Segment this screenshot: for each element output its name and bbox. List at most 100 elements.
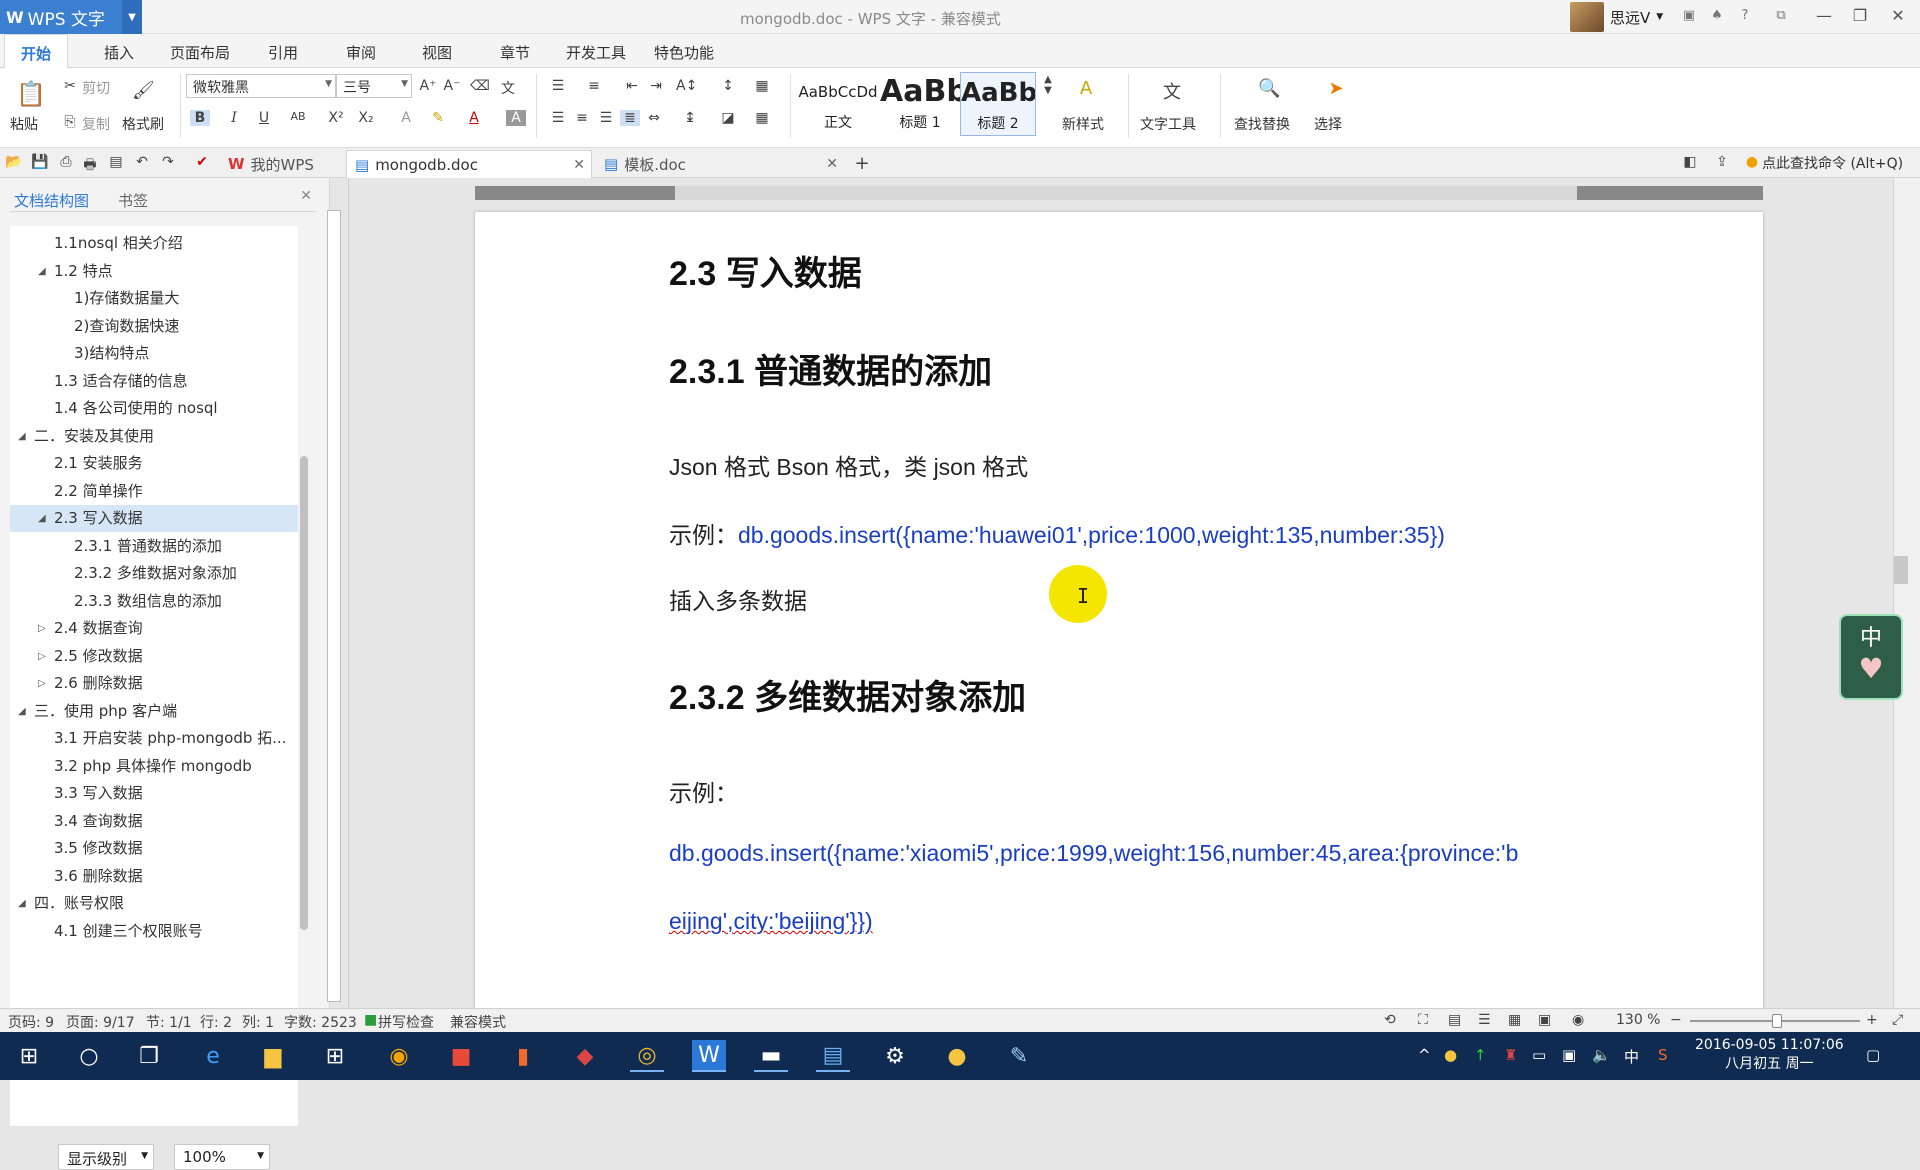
line-spacing-icon[interactable]: ↨ [680,110,700,126]
system-clock[interactable]: 2016-09-05 11:07:06 八月初五 周一 [1695,1036,1844,1074]
sort-icon[interactable]: ↕ [718,78,738,94]
highlight-icon[interactable]: ✎ [428,110,448,126]
tab-home[interactable]: 开始 [4,34,69,69]
ime-floating-widget[interactable]: 中 ♥ [1839,614,1903,700]
app-menu-button[interactable]: W WPS 文字 ▼ [0,0,142,34]
tab-view[interactable]: 视图 [422,42,452,63]
paste-button[interactable]: 粘贴 [10,114,38,134]
vertical-scroll-thumb[interactable] [1894,556,1908,584]
save-icon[interactable]: 💾 [30,154,50,170]
format-painter-button[interactable]: 格式刷 [122,114,164,134]
font-name-select[interactable]: 微软雅黑 ▼ [186,74,336,98]
outline-item[interactable]: 1.4 各公司使用的 nosql [10,395,298,422]
document-page[interactable]: 2.3 写入数据 2.3.1 普通数据的添加 Json 格式 Bson 格式，类… [475,212,1763,1012]
increase-indent-icon[interactable]: ⇥ [646,78,666,94]
history-icon[interactable]: ⟲ [1384,1012,1396,1028]
outline-item[interactable]: 3.2 php 具体操作 mongodb [10,753,298,780]
outline-item[interactable]: 1.1nosql 相关介绍 [10,230,298,257]
sogou-icon[interactable]: S [1658,1046,1668,1064]
styles-scroll-icon[interactable]: ▲ ▼ [1038,74,1058,96]
task-view-icon[interactable]: ❐ [132,1040,166,1072]
superscript-icon[interactable]: X² [326,110,346,126]
style-heading2[interactable]: AaBb( 标题 2 [960,72,1036,136]
outline-item[interactable]: 2)查询数据快速 [10,313,298,340]
outline-item[interactable]: 2.3.1 普通数据的添加 [10,533,298,560]
outline-item[interactable]: 3.3 写入数据 [10,780,298,807]
font-size-select[interactable]: 三号 ▼ [336,74,412,98]
shirt-icon[interactable]: ♠ [1708,8,1726,24]
ime-indicator[interactable]: 中 [1624,1046,1639,1067]
cortana-icon[interactable]: ○ [72,1040,106,1072]
fit-icon[interactable]: ⤢ [1892,1012,1903,1028]
tray-antivirus-icon[interactable]: ♜ [1504,1046,1517,1064]
web-view-icon[interactable]: ▦ [1508,1012,1521,1028]
tab-developer[interactable]: 开发工具 [566,42,626,63]
undo-icon[interactable]: ↶ [132,154,152,170]
print-icon[interactable]: 🖶 [80,154,100,178]
borders-icon[interactable]: ▦ [752,110,772,126]
notification-icon[interactable]: ▢ [1866,1046,1880,1064]
select-button[interactable]: 选择 [1314,114,1342,134]
clear-format-icon[interactable]: ⌫ [470,78,490,94]
char-shading-icon[interactable]: A [506,110,526,126]
close-tab-icon[interactable]: ✕ [826,156,838,172]
zoom-slider-handle[interactable] [1772,1014,1782,1028]
reading-view-icon[interactable]: ▣ [1538,1012,1551,1028]
text-direction-icon[interactable]: A↕ [676,78,697,94]
store-icon[interactable]: ⊞ [318,1040,352,1072]
close-tab-icon[interactable]: ✕ [573,157,585,173]
outline-scroll-thumb[interactable] [300,456,308,930]
numbering-icon[interactable]: ≡ [584,78,604,94]
file-explorer-icon[interactable]: ▆ [256,1040,290,1072]
outline-item[interactable]: 1.3 适合存储的信息 [10,368,298,395]
underline-icon[interactable]: U [254,110,274,126]
outline-item[interactable]: ▷ 2.6 删除数据 [10,670,298,697]
align-left-icon[interactable]: ☰ [548,110,568,126]
status-spell[interactable]: 拼写检查 [378,1012,434,1032]
settings-gear-icon[interactable]: ⚙ [878,1040,912,1072]
outline-item[interactable]: 3.6 删除数据 [10,863,298,890]
check-icon[interactable]: ✔ [192,154,212,170]
expand-toggle-icon[interactable]: ◢ [18,890,26,917]
panel-icon[interactable]: ◧ [1680,154,1700,170]
wps-writer-icon[interactable]: W [692,1040,726,1072]
copy-button[interactable]: 复制 [82,114,110,134]
outline-item[interactable]: ◢ 1.2 特点 [10,258,298,285]
chrome-icon[interactable]: ◎ [630,1040,664,1072]
vertical-scrollbar[interactable] [1893,178,1920,1008]
zoom-level[interactable]: 130 % [1616,1012,1660,1028]
chat-icon[interactable]: ● [940,1040,974,1072]
outline-item[interactable]: ◢ 四．账号权限 [10,890,298,917]
chevron-down-icon[interactable]: ▼ [1656,12,1663,22]
maximize-button[interactable]: ❐ [1846,4,1874,28]
strikethrough-icon[interactable]: AB [288,110,308,123]
shading-icon[interactable]: ◪ [718,110,738,126]
align-right-icon[interactable]: ☰ [596,110,616,126]
decrease-indent-icon[interactable]: ⇤ [622,78,642,94]
redo-icon[interactable]: ↷ [158,154,178,170]
outline-item[interactable]: 1)存储数据量大 [10,285,298,312]
share-icon[interactable]: ⇪ [1712,154,1732,170]
vertical-ruler[interactable] [327,210,341,1002]
chevron-down-icon[interactable]: ▼ [122,0,142,34]
tab-insert[interactable]: 插入 [104,42,134,63]
restore-ribbon-icon[interactable]: ⧉ [1772,8,1790,24]
outline-item[interactable]: 2.3.3 数组信息的添加 [10,588,298,615]
outline-item[interactable]: ▷ 2.4 数据查询 [10,615,298,642]
outline-item[interactable]: 3.1 开启安装 php-mongodb 拓... [10,725,298,752]
outline-item[interactable]: ◢ 三．使用 php 客户端 [10,698,298,725]
network-icon[interactable]: ▣ [1562,1046,1576,1064]
zoom-out-icon[interactable]: − [1670,1012,1682,1028]
close-icon[interactable]: ✕ [300,188,312,204]
expand-toggle-icon[interactable]: ▷ [38,643,46,670]
expand-toggle-icon[interactable]: ◢ [18,423,26,450]
bold-icon[interactable]: B [190,110,210,126]
subscript-icon[interactable]: X₂ [356,110,376,126]
minimize-button[interactable]: — [1810,4,1838,28]
outline-view-icon[interactable]: ☰ [1478,1012,1491,1028]
tab-bookmarks[interactable]: 书签 [118,190,148,211]
presentation-icon[interactable]: ▮ [506,1040,540,1072]
avatar[interactable] [1570,2,1604,32]
outline-item[interactable]: ◢ 2.3 写入数据 [10,505,298,532]
style-heading1[interactable]: AaBb 标题 1 [880,72,960,136]
